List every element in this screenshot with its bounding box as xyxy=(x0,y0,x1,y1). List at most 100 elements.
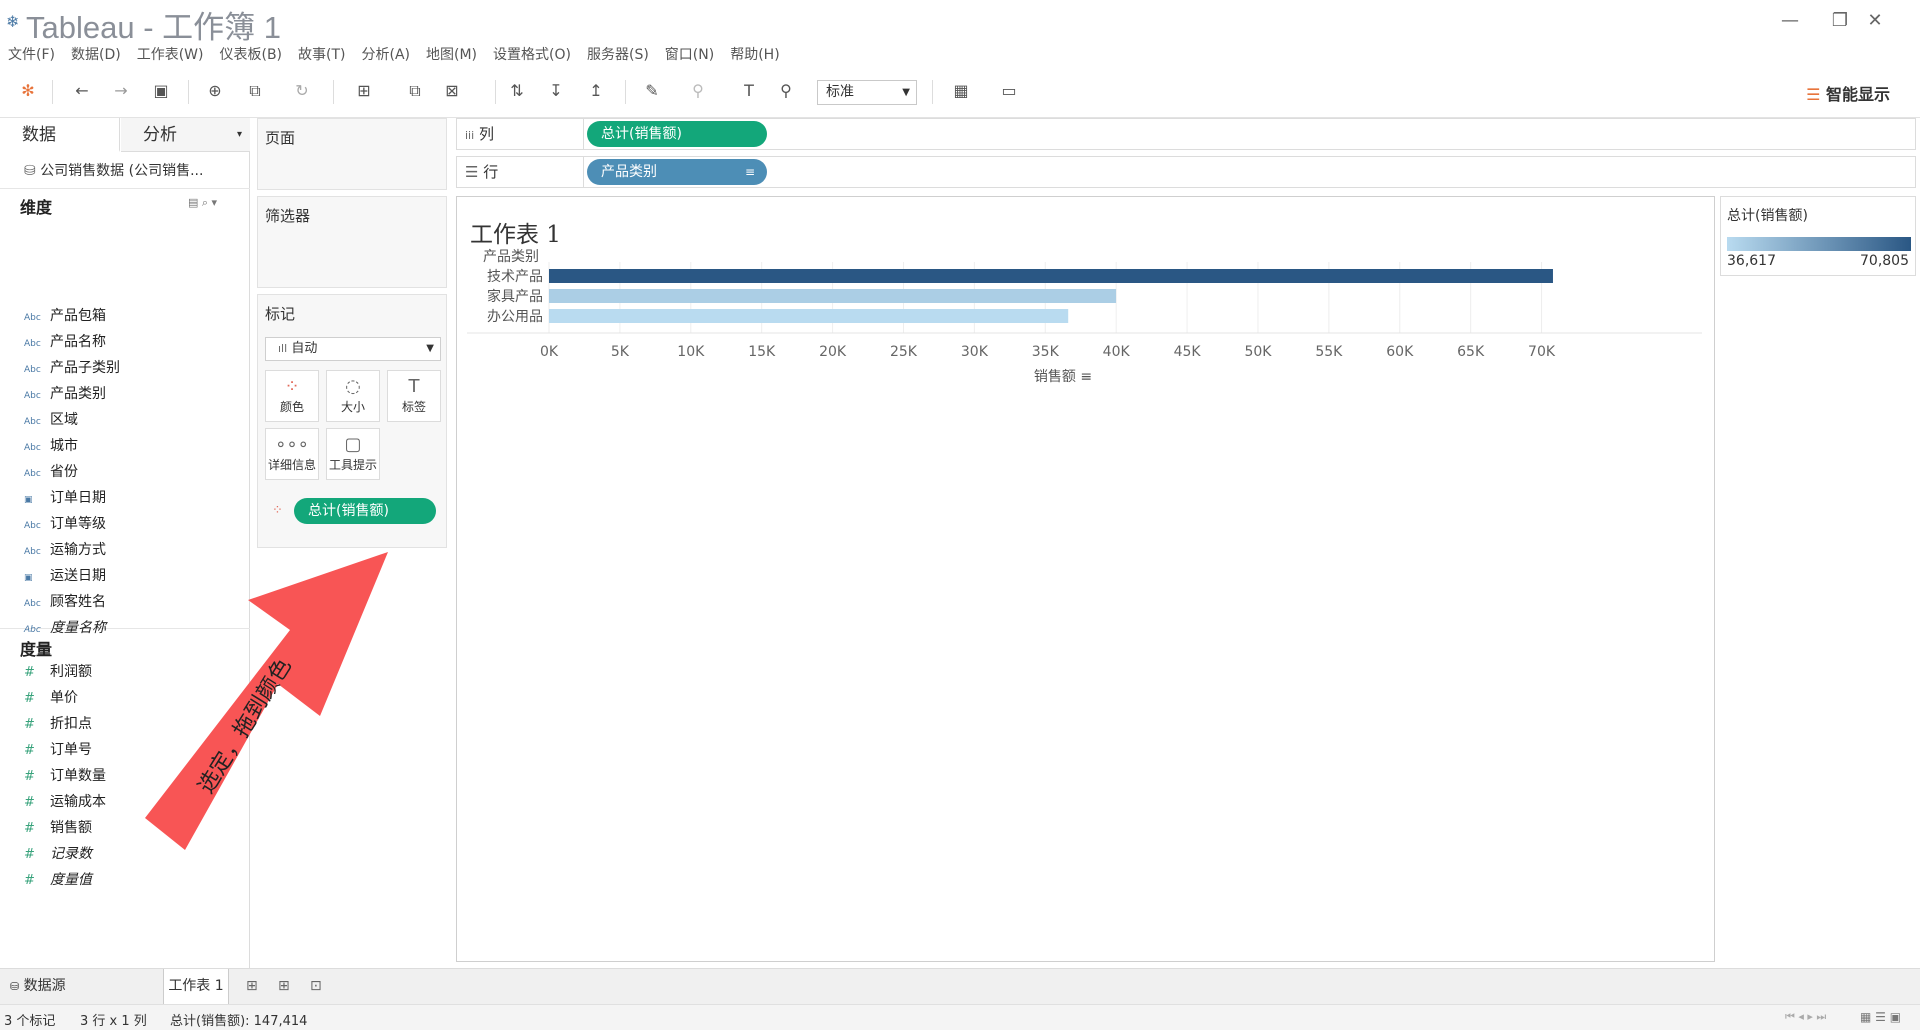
new-worksheet-icon[interactable]: ⊞ xyxy=(352,79,376,103)
detail-button[interactable]: ∘∘∘ 详细信息 xyxy=(265,428,319,480)
minimize-button[interactable]: — xyxy=(1770,6,1810,36)
measure-field[interactable]: # 单价 xyxy=(24,686,78,710)
dimension-field[interactable]: Abc 度量名称 xyxy=(24,616,106,640)
measure-field[interactable]: # 销售额 xyxy=(24,816,92,840)
measure-field[interactable]: # 运输成本 xyxy=(24,790,106,814)
menu-analysis[interactable]: 分析(A) xyxy=(362,44,411,66)
swap-icon[interactable]: ⇅ xyxy=(505,79,529,103)
row-header: 产品类别 xyxy=(483,249,539,265)
rows-shelf[interactable]: ☰ 行 产品类别 ≡ xyxy=(456,156,1916,188)
new-datasource-icon[interactable]: ⊕ xyxy=(203,79,227,103)
dimension-field[interactable]: Abc 省份 xyxy=(24,460,78,484)
pause-updates-icon[interactable]: ⧉ xyxy=(243,79,267,103)
number-type-icon: # xyxy=(24,795,35,810)
size-button[interactable]: ◌ 大小 xyxy=(326,370,380,422)
smart-show-button[interactable]: ☰ 智能显示 xyxy=(1806,81,1890,105)
dimension-field[interactable]: ▣ 订单日期 xyxy=(24,486,106,510)
save-icon[interactable]: ▣ xyxy=(149,79,173,103)
sort-ascending-icon[interactable]: ↧ xyxy=(544,79,568,103)
search-icon[interactable]: ▤ ⌕ ▾ xyxy=(188,196,217,210)
mark-type-select[interactable]: ıll 自动 ▼ xyxy=(265,337,441,361)
new-dashboard-icon[interactable]: ⊞ xyxy=(278,969,290,1004)
tick-label: 20K xyxy=(819,344,847,360)
dimension-field[interactable]: Abc 产品名称 xyxy=(24,330,106,354)
tab-data[interactable]: 数据 xyxy=(0,118,120,152)
measure-field[interactable]: # 利润额 xyxy=(24,660,92,684)
bar-chart-icon: ıll xyxy=(278,342,288,355)
measure-field[interactable]: # 订单号 xyxy=(24,738,92,762)
dimension-field[interactable]: Abc 顾客姓名 xyxy=(24,590,106,614)
group-icon[interactable]: ⚲ xyxy=(686,79,710,103)
duplicate-sheet-icon[interactable]: ⧉ xyxy=(403,79,427,103)
measure-field[interactable]: # 记录数 xyxy=(24,842,92,866)
new-worksheet-icon[interactable]: ⊞ xyxy=(246,969,258,1004)
highlight-icon[interactable]: ✎ xyxy=(640,79,664,103)
color-legend[interactable]: 总计(销售额) 36,617 70,805 xyxy=(1720,196,1916,276)
string-type-icon: Abc xyxy=(24,391,41,401)
menu-data[interactable]: 数据(D) xyxy=(71,44,121,66)
refresh-icon[interactable]: ↻ xyxy=(290,79,314,103)
sheet-navigation-icon[interactable]: ⏮ ◂ ▸ ⏭ xyxy=(1785,1010,1826,1024)
dimension-field[interactable]: Abc 订单等级 xyxy=(24,512,106,536)
menu-file[interactable]: 文件(F) xyxy=(8,44,55,66)
dimension-field[interactable]: Abc 城市 xyxy=(24,434,78,458)
dimension-field[interactable]: Abc 产品类别 xyxy=(24,382,106,406)
columns-pill[interactable]: 总计(销售额) xyxy=(587,121,767,147)
new-story-icon[interactable]: ⊡ xyxy=(310,969,322,1004)
label-icon: T xyxy=(408,376,420,397)
redo-icon[interactable]: → xyxy=(109,79,133,103)
pages-card[interactable]: 页面 xyxy=(257,118,447,190)
menu-story[interactable]: 故事(T) xyxy=(298,44,345,66)
fit-select[interactable]: 标准 ▼ xyxy=(817,80,917,105)
number-type-icon: # xyxy=(24,873,35,888)
string-type-icon: Abc xyxy=(24,469,41,479)
presentation-icon[interactable]: ▭ xyxy=(997,79,1021,103)
color-button[interactable]: ⁘ 颜色 xyxy=(265,370,319,422)
columns-shelf[interactable]: iii 列 总计(销售额) xyxy=(456,118,1916,150)
close-button[interactable]: ✕ xyxy=(1855,6,1895,36)
menu-server[interactable]: 服务器(S) xyxy=(587,44,649,66)
dimension-field[interactable]: Abc 产品子类别 xyxy=(24,356,120,380)
menu-dashboard[interactable]: 仪表板(B) xyxy=(219,44,282,66)
field-label: 运输方式 xyxy=(50,542,106,558)
measure-field[interactable]: # 度量值 xyxy=(24,868,92,892)
menu-window[interactable]: 窗口(N) xyxy=(665,44,714,66)
category-label: 家具产品 xyxy=(487,288,543,305)
menu-worksheet[interactable]: 工作表(W) xyxy=(137,44,204,66)
columns-icon: iii xyxy=(465,129,475,142)
cards-column: 页面 筛选器 标记 ıll 自动 ▼ ⁘ 颜色 ◌ 大小 T 标签 ∘∘∘ 详细信息 ▢ 工… xyxy=(250,118,450,968)
clear-sheet-icon[interactable]: ⊠ xyxy=(440,79,464,103)
label-button[interactable]: T 标签 xyxy=(387,370,441,422)
string-type-icon: Abc xyxy=(24,339,41,349)
show-cards-icon[interactable]: ▦ xyxy=(949,79,973,103)
color-icon: ⁘ xyxy=(284,376,300,397)
menu-help[interactable]: 帮助(H) xyxy=(730,44,779,66)
menu-format[interactable]: 设置格式(O) xyxy=(493,44,571,66)
filters-card[interactable]: 筛选器 xyxy=(257,196,447,288)
view-mode-icon[interactable]: ▦ ☰ ▣ xyxy=(1860,1010,1901,1024)
dimension-field[interactable]: Abc 运输方式 xyxy=(24,538,106,562)
measure-field[interactable]: # 订单数量 xyxy=(24,764,106,788)
worksheet-view: 工作表 1 产品类别 技术产品 家具产品 办公用品 0K 5K 10K 15K 20K 25K 30… xyxy=(456,196,1715,962)
field-label: 订单日期 xyxy=(50,490,106,506)
rows-pill[interactable]: 产品类别 ≡ xyxy=(587,159,767,185)
dimension-field[interactable]: Abc 产品包箱 xyxy=(24,304,106,328)
menu-map[interactable]: 地图(M) xyxy=(426,44,477,66)
dimension-field[interactable]: Abc 区域 xyxy=(24,408,78,432)
show-labels-icon[interactable]: T xyxy=(737,79,761,103)
restore-button[interactable]: ❐ xyxy=(1820,6,1860,36)
undo-icon[interactable]: ← xyxy=(70,79,94,103)
datasource-tab[interactable]: ⛁ 数据源 xyxy=(10,969,66,1004)
category-label: 技术产品 xyxy=(487,269,543,285)
tableau-home-icon[interactable]: ✻ xyxy=(16,79,40,103)
sort-descending-icon[interactable]: ↥ xyxy=(584,79,608,103)
dimension-field[interactable]: ▣ 运送日期 xyxy=(24,564,106,588)
field-label: 单价 xyxy=(50,690,78,706)
tooltip-button[interactable]: ▢ 工具提示 xyxy=(326,428,380,480)
color-pill[interactable]: 总计(销售额) xyxy=(294,498,436,524)
measure-field[interactable]: # 折扣点 xyxy=(24,712,92,736)
datasource-item[interactable]: ⛁ 公司销售数据 (公司销售... xyxy=(24,158,244,184)
sheet-tab-worksheet1[interactable]: 工作表 1 xyxy=(163,969,229,1004)
tab-analysis[interactable]: 分析 ▾ xyxy=(121,118,250,152)
pin-axes-icon[interactable]: ⚲ xyxy=(774,79,798,103)
